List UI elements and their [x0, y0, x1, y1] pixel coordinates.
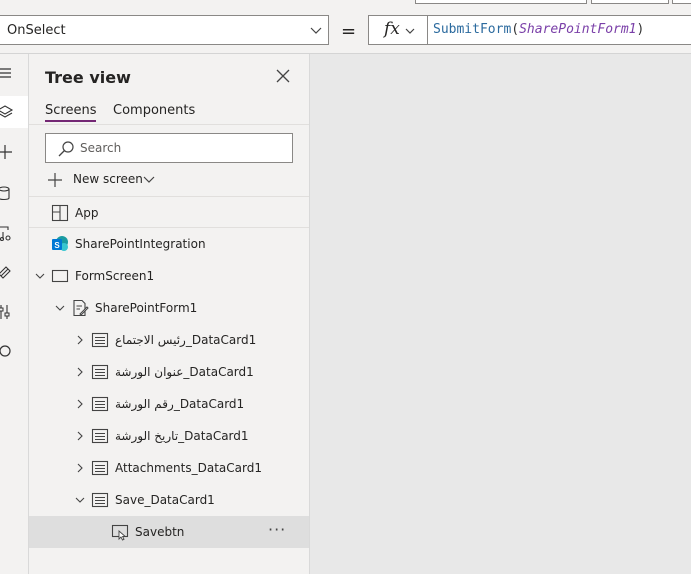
node-label: SharePointIntegration — [75, 237, 206, 251]
controls-icon — [0, 266, 11, 279]
formula-input[interactable]: SubmitForm(SharePointForm1) — [428, 15, 691, 45]
node-label: Savebtn — [135, 525, 185, 539]
formula-paren-close: ) — [636, 22, 645, 37]
layers-icon — [0, 105, 14, 118]
node-label: Attachments_DataCard1 — [115, 461, 262, 475]
chevron-down-icon — [405, 28, 415, 34]
ribbon-field[interactable] — [672, 0, 691, 4]
search-input[interactable] — [80, 140, 280, 156]
chevron-down-icon[interactable] — [35, 271, 45, 281]
rail-tree-view[interactable] — [0, 96, 28, 128]
tab-components[interactable]: Components — [113, 103, 195, 118]
card-icon — [91, 492, 109, 508]
hamburger-icon — [0, 68, 11, 78]
ribbon-field[interactable] — [591, 0, 669, 4]
canvas-area[interactable] — [310, 54, 691, 574]
close-icon[interactable] — [276, 69, 290, 83]
tree-node-app[interactable]: App — [29, 197, 309, 229]
formula-bar: OnSelect = fx SubmitForm(SharePointForm1… — [0, 10, 691, 54]
svg-text:S: S — [54, 241, 60, 250]
card-icon — [91, 364, 109, 380]
tree-node-save-datacard1[interactable]: Save_DataCard1 — [29, 484, 309, 516]
chevron-down-icon[interactable] — [75, 495, 85, 505]
node-label: عنوان الورشة_DataCard1 — [115, 365, 254, 379]
tools-icon — [0, 305, 10, 319]
formula-function: SubmitForm — [433, 22, 512, 37]
left-rail — [0, 54, 29, 574]
pane-title: Tree view — [45, 68, 131, 87]
node-label: رقم الورشة_DataCard1 — [115, 397, 245, 411]
tree-node-attachments-datacard1[interactable]: Attachments_DataCard1 — [29, 452, 309, 484]
media-icon — [0, 226, 11, 242]
screen-icon — [51, 269, 69, 283]
chevron-right-icon[interactable] — [75, 399, 85, 409]
chevron-down-icon — [143, 176, 155, 183]
button-icon — [111, 524, 129, 541]
card-icon — [91, 428, 109, 444]
chevron-right-icon[interactable] — [75, 335, 85, 345]
search-icon — [58, 141, 74, 157]
rail-search[interactable] — [0, 336, 28, 368]
sharepoint-icon: S — [52, 236, 68, 251]
node-label: Save_DataCard1 — [115, 493, 215, 507]
ribbon-field[interactable] — [415, 0, 587, 4]
rail-media[interactable] — [0, 218, 28, 250]
property-dropdown[interactable]: OnSelect — [0, 15, 329, 45]
chevron-down-icon[interactable] — [55, 303, 65, 313]
rail-menu[interactable] — [0, 58, 28, 90]
card-icon — [91, 396, 109, 412]
tab-screens[interactable]: Screens — [45, 103, 97, 122]
form-icon — [73, 299, 89, 317]
fx-button[interactable]: fx — [368, 15, 428, 45]
chevron-down-icon — [310, 27, 322, 34]
chevron-right-icon[interactable] — [75, 431, 85, 441]
rail-tools[interactable] — [0, 296, 28, 328]
more-options-button[interactable]: ··· — [268, 520, 286, 539]
property-value: OnSelect — [7, 23, 66, 38]
node-label: FormScreen1 — [75, 269, 155, 283]
card-icon — [91, 332, 109, 348]
rail-controls[interactable] — [0, 256, 28, 288]
new-screen-label: New screen — [73, 172, 143, 186]
node-label: SharePointForm1 — [95, 301, 198, 315]
plus-icon — [48, 173, 62, 187]
tree-node-datacard[interactable]: عنوان الورشة_DataCard1 — [29, 356, 309, 388]
node-label: تاريخ الورشة_DataCard1 — [115, 429, 249, 443]
node-label: رئيس الاجتماع_DataCard1 — [115, 333, 257, 347]
tree-node-datacard[interactable]: رقم الورشة_DataCard1 — [29, 388, 309, 420]
chevron-right-icon[interactable] — [75, 463, 85, 473]
divider — [29, 124, 309, 125]
plus-icon — [0, 145, 12, 159]
app-icon — [51, 204, 69, 222]
tree-node-datacard[interactable]: تاريخ الورشة_DataCard1 — [29, 420, 309, 452]
formula-paren-open: ( — [511, 22, 520, 37]
tree-node-sharepointform1[interactable]: SharePointForm1 — [29, 292, 309, 324]
search-box[interactable] — [45, 133, 293, 163]
card-icon — [91, 460, 109, 476]
rail-insert[interactable] — [0, 136, 28, 168]
database-icon — [0, 186, 10, 201]
tree-view-pane: Tree view Screens Components New screen … — [29, 54, 310, 574]
rail-data[interactable] — [0, 178, 28, 210]
tree-node-sharepointintegration[interactable]: S SharePointIntegration — [29, 228, 309, 260]
fx-icon: fx — [384, 19, 400, 39]
tree-node-savebtn[interactable]: Savebtn ··· — [29, 516, 309, 548]
formula-argument: SharePointForm1 — [519, 22, 637, 37]
search-icon — [0, 345, 11, 357]
tree-node-datacard[interactable]: رئيس الاجتماع_DataCard1 — [29, 324, 309, 356]
chevron-right-icon[interactable] — [75, 367, 85, 377]
node-label: App — [75, 206, 99, 220]
equals-sign: = — [341, 21, 357, 42]
tree-node-formscreen1[interactable]: FormScreen1 — [29, 260, 309, 292]
